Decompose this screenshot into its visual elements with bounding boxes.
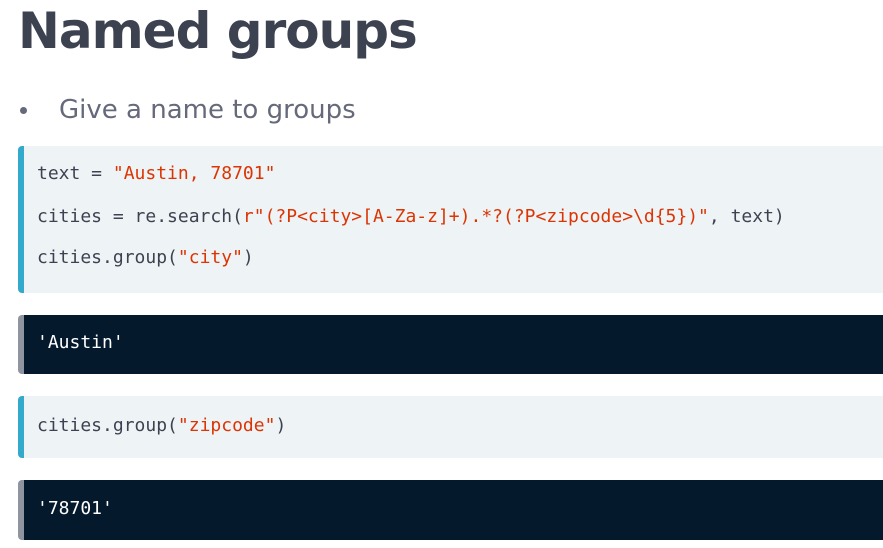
- output-block-city: 'Austin': [18, 315, 883, 374]
- code-line: cities.group("city"): [37, 247, 254, 268]
- bullet-item: Give a name to groups: [20, 95, 356, 125]
- code-line: cities = re.search(r"(?P<city>[A-Za-z]+)…: [37, 206, 785, 227]
- code-line: text = "Austin, 78701": [37, 163, 276, 184]
- bullet-dot-icon: [20, 106, 27, 114]
- code-block-zipcode: cities.group("zipcode"): [18, 396, 883, 458]
- output-block-zipcode: '78701': [18, 480, 883, 540]
- slide-title: Named groups: [18, 2, 418, 60]
- code-block-search: text = "Austin, 78701" cities = re.searc…: [18, 146, 883, 293]
- output-text: 'Austin': [37, 332, 124, 353]
- output-text: '78701': [37, 498, 113, 519]
- code-line: cities.group("zipcode"): [37, 415, 287, 436]
- bullet-text: Give a name to groups: [59, 95, 356, 125]
